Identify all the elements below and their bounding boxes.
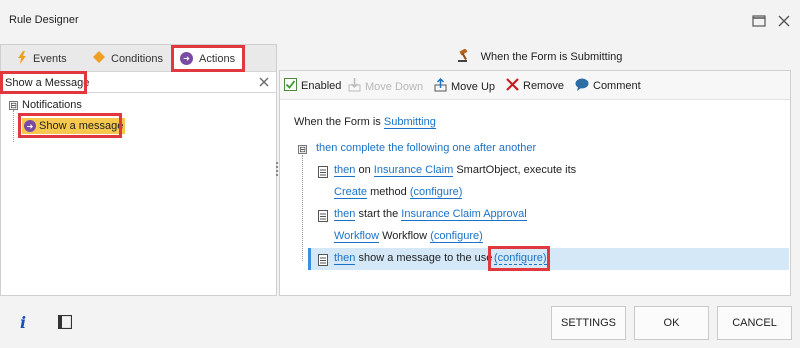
- step1-method-word: method: [370, 186, 407, 198]
- step2-workflow-name-link[interactable]: Insurance Claim Approval: [401, 208, 527, 221]
- comment-label: Comment: [593, 80, 641, 92]
- tree-item-label: Show a message: [39, 120, 124, 132]
- clear-search-icon[interactable]: [258, 76, 270, 88]
- rule-editor: Enabled Move Down Move Up Remove Comment: [279, 70, 791, 296]
- tree-group-notifications[interactable]: ⊟ Notifications: [9, 99, 82, 111]
- move-up-label: Move Up: [451, 80, 496, 93]
- tree-item-show-a-message[interactable]: ➜ Show a message: [22, 118, 126, 134]
- step3-text: show a message to the user: [358, 252, 497, 264]
- step2-start: start the: [358, 208, 399, 220]
- step1-object-link[interactable]: Insurance Claim: [373, 164, 454, 177]
- remove-button[interactable]: Remove: [506, 78, 564, 94]
- tab-conditions-label: Conditions: [111, 52, 163, 65]
- group-line: ⊟: [298, 143, 307, 155]
- maximize-icon[interactable]: [752, 14, 766, 28]
- tab-actions[interactable]: ➜ Actions: [173, 45, 243, 72]
- step1-then-link[interactable]: then: [334, 164, 356, 177]
- step1-line2: Create method (configure): [334, 186, 463, 199]
- step3-line: then show a message to the user: [334, 252, 497, 265]
- rule-title: When the Form is Submitting: [480, 51, 623, 63]
- left-panel: Events Conditions ➜ Actions ⊟ Notificati…: [0, 44, 277, 296]
- step1-on: on: [358, 164, 371, 176]
- remove-icon: [506, 78, 519, 94]
- collapse-icon[interactable]: ⊟: [9, 100, 18, 110]
- tab-conditions[interactable]: Conditions: [87, 45, 169, 72]
- step1-configure-link[interactable]: (configure): [409, 186, 463, 199]
- step3-then-link[interactable]: then: [334, 252, 356, 265]
- enabled-label: Enabled: [301, 80, 342, 92]
- tree-connector: [13, 110, 14, 142]
- tab-actions-label: Actions: [199, 52, 236, 65]
- action-icon: [318, 210, 328, 222]
- step2-then-link[interactable]: then: [334, 208, 356, 221]
- checkbox-icon[interactable]: [284, 78, 297, 94]
- diamond-icon: [93, 51, 105, 66]
- step3-configure-wrap: (configure): [493, 252, 548, 265]
- lightning-icon: [17, 50, 27, 67]
- footer: i SETTINGS OK CANCEL: [0, 296, 800, 348]
- step1-rest: SmartObject, execute its: [456, 164, 577, 176]
- close-icon[interactable]: [777, 14, 791, 28]
- arrow-circle-icon: ➜: [180, 52, 193, 65]
- enabled-toggle[interactable]: Enabled: [284, 78, 341, 94]
- step2-line1: then start the Insurance Claim Approval: [334, 208, 527, 221]
- arrow-circle-icon: ➜: [24, 120, 36, 132]
- tree-group-label: Notifications: [22, 99, 82, 111]
- step2-configure-link[interactable]: (configure): [430, 230, 483, 243]
- tab-events[interactable]: Events: [11, 45, 73, 72]
- collapse-icon[interactable]: ⊟: [298, 145, 307, 154]
- step1-line1: then on Insurance Claim SmartObject, exe…: [334, 164, 577, 177]
- move-up-icon: [434, 77, 447, 95]
- gavel-icon: [457, 47, 473, 66]
- when-prefix: When the Form is: [294, 116, 381, 128]
- step1-method-link[interactable]: Create: [334, 186, 368, 199]
- move-down-label: Move Down: [365, 80, 424, 93]
- search-box: [1, 72, 276, 93]
- ok-button[interactable]: OK: [634, 306, 709, 340]
- move-down-icon: [348, 78, 361, 95]
- group-label: then complete the following one after an…: [316, 142, 537, 154]
- panel-toggle-icon[interactable]: [57, 314, 73, 332]
- cancel-button[interactable]: CANCEL: [717, 306, 792, 340]
- search-input[interactable]: [3, 73, 253, 92]
- step3-configure-link[interactable]: (configure): [494, 252, 547, 265]
- group-connector: [302, 155, 303, 261]
- rule-header: When the Form is Submitting: [279, 44, 800, 70]
- window-title: Rule Designer: [9, 14, 79, 26]
- settings-button[interactable]: SETTINGS: [551, 306, 626, 340]
- title-bar: Rule Designer: [0, 0, 800, 44]
- rule-toolbar: Enabled Move Down Move Up Remove Comment: [280, 71, 790, 100]
- comment-button[interactable]: Comment: [575, 78, 641, 94]
- move-up-button[interactable]: Move Up: [434, 77, 496, 95]
- action-icon: [318, 166, 328, 178]
- step2-line2: Workflow Workflow (configure): [334, 230, 483, 243]
- tab-events-label: Events: [33, 52, 67, 65]
- move-down-button[interactable]: Move Down: [348, 78, 423, 95]
- info-icon[interactable]: i: [20, 313, 26, 332]
- event-link[interactable]: Submitting: [383, 116, 436, 129]
- comment-icon: [575, 78, 589, 94]
- step2-workflow-link[interactable]: Workflow: [334, 230, 380, 243]
- tab-strip: Events Conditions ➜ Actions: [1, 45, 276, 72]
- rule-when-line: When the Form is Submitting: [294, 116, 436, 129]
- step2-workflow-word: Workflow: [382, 230, 428, 242]
- remove-label: Remove: [523, 80, 564, 92]
- action-icon: [318, 254, 328, 266]
